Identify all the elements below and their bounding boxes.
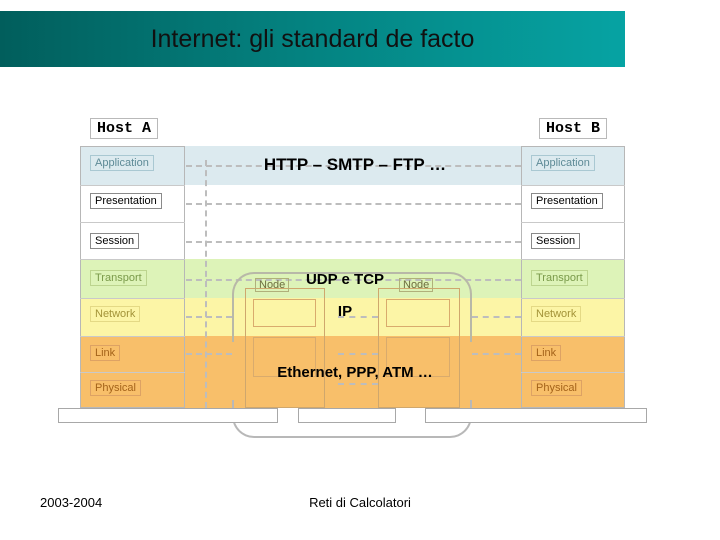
host-a-layer-transport: Transport — [90, 270, 147, 286]
host-b-layer-presentation: Presentation — [531, 193, 603, 209]
host-b-rule-1 — [521, 185, 625, 186]
host-b-title: Host B — [539, 118, 608, 139]
protocol-label-transport: UDP e TCP — [305, 271, 385, 288]
peer-link-network-a — [186, 316, 232, 318]
host-a-layer-session: Session — [90, 233, 140, 249]
host-b-layer-network: Network — [531, 306, 582, 322]
physical-medium-left — [58, 408, 278, 423]
physical-medium-right — [425, 408, 647, 423]
host-a-layer-presentation: Presentation — [90, 193, 162, 209]
host-a-rule-3 — [80, 259, 185, 260]
protocol-label-link: Ethernet, PPP, ATM … — [277, 364, 433, 381]
host-a-rule-5 — [80, 336, 185, 337]
footer-course: Reti di Calcolatori — [309, 495, 411, 510]
host-a-rule-1 — [80, 185, 185, 186]
host-a-layer-link: Link — [90, 345, 121, 361]
host-a-layer-application: Application — [90, 155, 154, 171]
host-b-rule-4 — [521, 298, 625, 299]
peer-link-physical — [338, 383, 378, 385]
peer-link-network-c — [472, 316, 521, 318]
host-b-rule-5 — [521, 336, 625, 337]
host-b-rule-6 — [521, 372, 625, 373]
protocol-label-network: IP — [337, 303, 353, 320]
host-b-layer-application: Application — [531, 155, 595, 171]
peer-link-presentation — [186, 203, 521, 205]
host-b-layer-link: Link — [531, 345, 562, 361]
host-a-layer-physical: Physical — [90, 380, 141, 396]
host-b-layer-physical: Physical — [531, 380, 582, 396]
peer-link-link-a — [186, 353, 232, 355]
node-right-network-cell — [386, 299, 450, 327]
host-b-layer-transport: Transport — [531, 270, 588, 286]
protocol-label-application: HTTP – SMTP – FTP … — [263, 155, 447, 174]
peer-link-link-c — [472, 353, 521, 355]
host-a-title: Host A — [90, 118, 159, 139]
physical-medium-middle — [298, 408, 396, 423]
host-b-layer-session: Session — [531, 233, 581, 249]
peer-link-session — [186, 241, 521, 243]
protocol-stack-diagram: Host A Host B Application Presentation S… — [0, 0, 720, 540]
host-a-rule-4 — [80, 298, 185, 299]
host-b-rule-3 — [521, 259, 625, 260]
peer-link-link-b — [338, 353, 378, 355]
host-a-rule-2 — [80, 222, 185, 223]
host-a-rule-6 — [80, 372, 185, 373]
host-a-layer-network: Network — [90, 306, 141, 322]
host-b-rule-2 — [521, 222, 625, 223]
